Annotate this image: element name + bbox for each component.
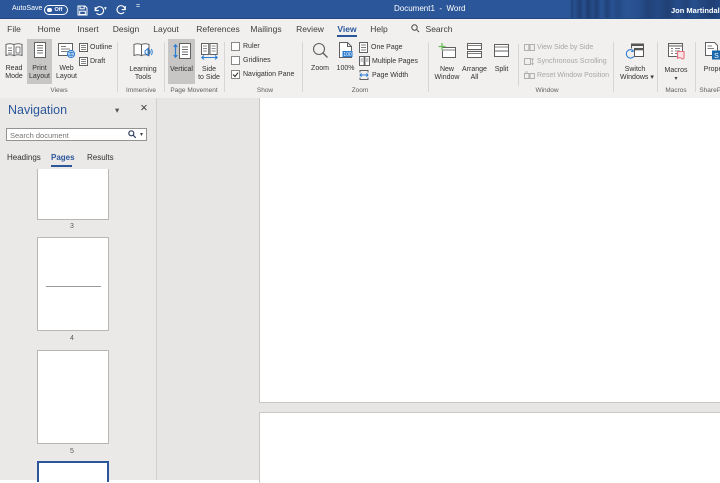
svg-text:S: S [714,53,719,60]
svg-text:100: 100 [343,52,352,58]
